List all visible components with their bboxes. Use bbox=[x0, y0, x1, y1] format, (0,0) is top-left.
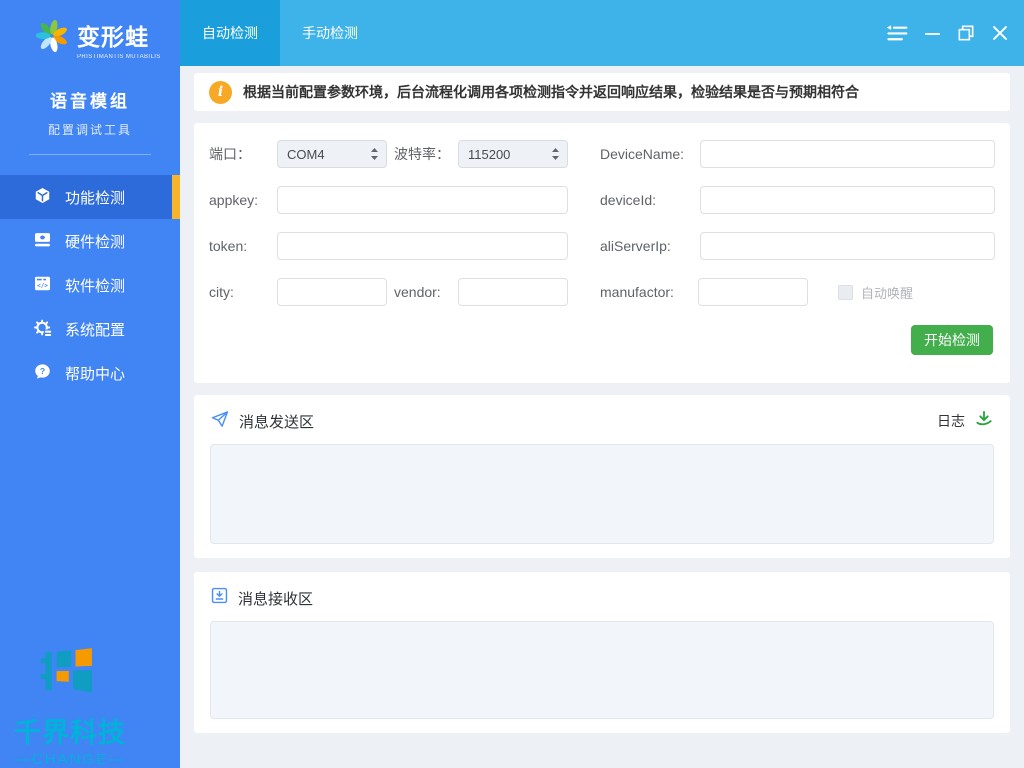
content-area: i 根据当前配置参数环境，后台流程化调用各项检测指令并返回响应结果，检验结果是否… bbox=[180, 66, 1024, 768]
token-label: token: bbox=[209, 238, 248, 254]
device-id-input[interactable] bbox=[700, 186, 995, 214]
start-check-button[interactable]: 开始检测 bbox=[911, 325, 993, 355]
receive-section-title: 消息接收区 bbox=[238, 590, 314, 608]
tab-label: 手动检测 bbox=[302, 25, 358, 41]
auto-wake-checkbox[interactable] bbox=[838, 284, 853, 300]
frog-flower-logo-icon bbox=[34, 17, 70, 60]
city-input[interactable] bbox=[277, 278, 387, 306]
sidebar-item-hardware-check[interactable]: 硬件检测 bbox=[0, 219, 180, 263]
title-bar: 自动检测 手动检测 bbox=[180, 0, 1024, 66]
company-logo-icon bbox=[0, 640, 140, 711]
select-arrows-icon bbox=[371, 148, 378, 160]
sidebar-item-help-center[interactable]: ? 帮助中心 bbox=[0, 351, 180, 395]
inbox-download-icon bbox=[210, 586, 229, 610]
cube-icon bbox=[33, 186, 52, 209]
message-receive-section: 消息接收区 bbox=[194, 572, 1010, 733]
info-icon: i bbox=[209, 80, 232, 104]
company-name: 千界科技 bbox=[14, 718, 126, 748]
sidebar-divider bbox=[29, 154, 151, 155]
log-download-button[interactable]: 日志 bbox=[937, 409, 994, 434]
close-icon[interactable] bbox=[989, 22, 1011, 44]
device-name-input[interactable] bbox=[700, 140, 995, 168]
log-label: 日志 bbox=[937, 413, 965, 429]
tab-label: 自动检测 bbox=[202, 25, 258, 41]
send-icon bbox=[210, 409, 230, 434]
send-section-title: 消息发送区 bbox=[239, 413, 315, 431]
company-slogan: —CHANGE— bbox=[14, 751, 126, 768]
app-window: 变形蛙 PRISTIMANTIS MUTABILIS 语音模组 配置调试工具 功… bbox=[0, 0, 1024, 768]
ali-server-ip-input[interactable] bbox=[700, 232, 995, 260]
device-id-label: deviceId: bbox=[600, 192, 657, 208]
sidebar-item-system-config[interactable]: 系统配置 bbox=[0, 307, 180, 351]
vendor-label: vendor: bbox=[394, 284, 441, 300]
config-form: 端口： COM4 波特率： 115200 DeviceName: appkey:… bbox=[194, 123, 1010, 383]
city-label: city: bbox=[209, 284, 234, 300]
port-label: 端口： bbox=[209, 146, 251, 162]
brand-title: 变形蛙 bbox=[77, 23, 149, 50]
active-indicator-strip bbox=[172, 175, 180, 219]
message-receive-textarea[interactable] bbox=[210, 621, 994, 719]
baud-select-value: 115200 bbox=[468, 146, 511, 162]
software-icon: </> bbox=[33, 274, 52, 297]
module-title: 语音模组 bbox=[50, 92, 130, 111]
tab-auto-check[interactable]: 自动检测 bbox=[180, 0, 280, 66]
sidebar-item-label: 帮助中心 bbox=[65, 365, 126, 383]
main-area: 自动检测 手动检测 i 根据当前配置参数环境，后台流程化调用各项检测指令并返回响… bbox=[180, 0, 1024, 768]
select-arrows-icon bbox=[552, 148, 559, 160]
appkey-input[interactable] bbox=[277, 186, 568, 214]
brand-logo: 变形蛙 PRISTIMANTIS MUTABILIS bbox=[0, 0, 180, 60]
message-send-textarea[interactable] bbox=[210, 444, 994, 544]
sidebar-item-label: 硬件检测 bbox=[65, 233, 126, 251]
notice-banner: i 根据当前配置参数环境，后台流程化调用各项检测指令并返回响应结果，检验结果是否… bbox=[194, 73, 1010, 111]
sidebar-item-label: 功能检测 bbox=[65, 189, 126, 207]
hardware-icon bbox=[33, 230, 52, 253]
manufactor-input[interactable] bbox=[698, 278, 808, 306]
baud-select[interactable]: 115200 bbox=[458, 140, 568, 168]
svg-text:</>: </> bbox=[37, 282, 48, 289]
menu-fold-icon[interactable] bbox=[884, 22, 909, 44]
appkey-label: appkey: bbox=[209, 192, 259, 208]
message-send-section: 消息发送区 日志 bbox=[194, 395, 1010, 558]
ali-server-ip-label: aliServerIp: bbox=[600, 238, 671, 254]
maximize-icon[interactable] bbox=[956, 23, 976, 43]
device-name-label: DeviceName: bbox=[600, 146, 685, 162]
auto-wake-label: 自动唤醒 bbox=[861, 285, 914, 301]
token-input[interactable] bbox=[277, 232, 568, 260]
sidebar: 变形蛙 PRISTIMANTIS MUTABILIS 语音模组 配置调试工具 功… bbox=[0, 0, 180, 768]
company-watermark: 千界科技 —CHANGE— bbox=[0, 640, 140, 768]
module-subtitle: 配置调试工具 bbox=[47, 123, 132, 137]
window-controls bbox=[884, 0, 1024, 66]
download-icon bbox=[974, 409, 994, 434]
brand-subtitle: PRISTIMANTIS MUTABILIS bbox=[77, 53, 161, 60]
port-select-value: COM4 bbox=[287, 146, 325, 162]
manufactor-label: manufactor: bbox=[600, 284, 674, 300]
sidebar-item-software-check[interactable]: </> 软件检测 bbox=[0, 263, 180, 307]
sidebar-item-label: 软件检测 bbox=[65, 277, 126, 295]
tab-manual-check[interactable]: 手动检测 bbox=[280, 0, 380, 66]
vendor-input[interactable] bbox=[458, 278, 568, 306]
sidebar-item-label: 系统配置 bbox=[65, 321, 126, 339]
svg-text:?: ? bbox=[40, 366, 45, 376]
baud-label: 波特率： bbox=[394, 146, 450, 162]
minimize-icon[interactable] bbox=[922, 23, 943, 44]
port-select[interactable]: COM4 bbox=[277, 140, 387, 168]
notice-text: 根据当前配置参数环境，后台流程化调用各项检测指令并返回响应结果，检验结果是否与预… bbox=[243, 84, 859, 100]
sidebar-item-function-check[interactable]: 功能检测 bbox=[0, 175, 180, 219]
gear-icon bbox=[33, 318, 53, 341]
help-icon: ? bbox=[33, 362, 52, 385]
sidebar-menu: 功能检测 硬件检测 </> 软件检测 系统配置 ? 帮助中心 bbox=[0, 175, 180, 395]
